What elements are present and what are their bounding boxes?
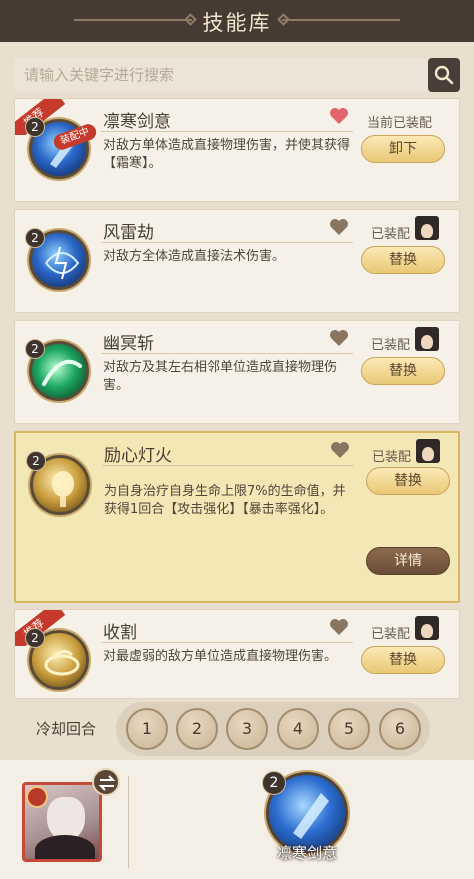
- skill-level: 2: [26, 451, 46, 471]
- cooldown-option-2[interactable]: 2: [176, 708, 218, 750]
- search-button[interactable]: [428, 58, 460, 92]
- equipped-hero-avatar: [416, 439, 440, 463]
- skill-card[interactable]: 推荐 2 收割 对最虚弱的敌方单位造成直接物理伤害。 已装配 替换: [14, 609, 460, 699]
- cooldown-option-3[interactable]: 3: [226, 708, 268, 750]
- page-title: 技能库: [202, 11, 272, 35]
- equip-status: 已装配: [371, 338, 411, 353]
- skill-level: 2: [25, 628, 45, 648]
- search-icon: [434, 65, 454, 85]
- skill-description: 对最虚弱的敌方单位造成直接物理伤害。: [103, 649, 338, 664]
- divider: [102, 465, 354, 466]
- skill-name: 风雷劫: [103, 223, 154, 243]
- equip-status: 已装配: [372, 450, 412, 465]
- divider: [101, 642, 353, 643]
- details-button[interactable]: 详情: [366, 547, 450, 575]
- skill-description: 对敌方及其左右相邻单位造成直接物理伤害。: [103, 360, 338, 393]
- header-bar: 技能库: [0, 0, 474, 42]
- replace-button[interactable]: 替换: [361, 246, 445, 274]
- heart-icon[interactable]: [329, 107, 349, 125]
- equip-status: 已装配: [371, 627, 411, 642]
- skill-description: 对敌方单体造成直接物理伤害，并使其获得【霜寒】。: [103, 138, 351, 171]
- heart-icon[interactable]: [330, 441, 350, 459]
- equipped-hero-avatar: [415, 216, 439, 240]
- search-input[interactable]: [14, 58, 428, 92]
- skill-card[interactable]: 2 风雷劫 对敌方全体造成直接法术伤害。 已装配 替换: [14, 209, 460, 313]
- divider: [101, 353, 353, 354]
- equip-status: 当前已装配: [367, 116, 433, 131]
- swap-hero-button[interactable]: [92, 768, 120, 796]
- skill-name: 幽冥斩: [103, 334, 154, 354]
- skill-description: 对敌方全体造成直接法术伤害。: [103, 249, 286, 264]
- swap-icon: [98, 775, 116, 791]
- heart-icon[interactable]: [329, 218, 349, 236]
- replace-button[interactable]: 替换: [361, 357, 445, 385]
- panel-divider: [128, 776, 129, 868]
- skill-card[interactable]: 推荐 2 装配中 凛寒剑意 对敌方单体造成直接物理伤害，并使其获得【霜寒】。 当…: [14, 98, 460, 202]
- cooldown-label: 冷却回合: [36, 720, 97, 738]
- heart-icon[interactable]: [329, 329, 349, 347]
- skill-name: 励心灯火: [104, 446, 172, 466]
- skill-level: 2: [25, 339, 45, 359]
- unequip-button[interactable]: 卸下: [361, 135, 445, 163]
- cooldown-option-6[interactable]: 6: [379, 708, 421, 750]
- cooldown-option-5[interactable]: 5: [328, 708, 370, 750]
- equipped-hero-avatar: [415, 616, 439, 640]
- skill-level: 2: [25, 228, 45, 248]
- replace-button[interactable]: 替换: [361, 646, 445, 674]
- skill-level: 2: [25, 117, 45, 137]
- cooldown-option-4[interactable]: 4: [277, 708, 319, 750]
- hero-class-icon: [26, 786, 48, 808]
- equipped-skill-level: 2: [262, 771, 286, 795]
- skill-name: 凛寒剑意: [103, 112, 171, 132]
- skill-card[interactable]: 2 幽冥斩 对敌方及其左右相邻单位造成直接物理伤害。 已装配 替换: [14, 320, 460, 424]
- divider: [101, 131, 353, 132]
- heart-icon[interactable]: [329, 618, 349, 636]
- skill-name: 收割: [103, 623, 137, 643]
- equipped-skill-name: 凛寒剑意: [276, 844, 337, 862]
- divider: [101, 242, 353, 243]
- skill-description: 为自身治疗自身生命上限7%的生命值，并获得1回合【攻击强化】【暴击率强化】。: [104, 484, 346, 517]
- search-bar: [14, 58, 428, 92]
- title-ornament-right: [282, 19, 400, 21]
- equipped-hero-avatar: [415, 327, 439, 351]
- skill-card-selected[interactable]: 2 励心灯火 为自身治疗自身生命上限7%的生命值，并获得1回合【攻击强化】【暴击…: [14, 431, 460, 603]
- replace-button[interactable]: 替换: [366, 467, 450, 495]
- cooldown-option-1[interactable]: 1: [126, 708, 168, 750]
- equip-status: 已装配: [371, 227, 411, 242]
